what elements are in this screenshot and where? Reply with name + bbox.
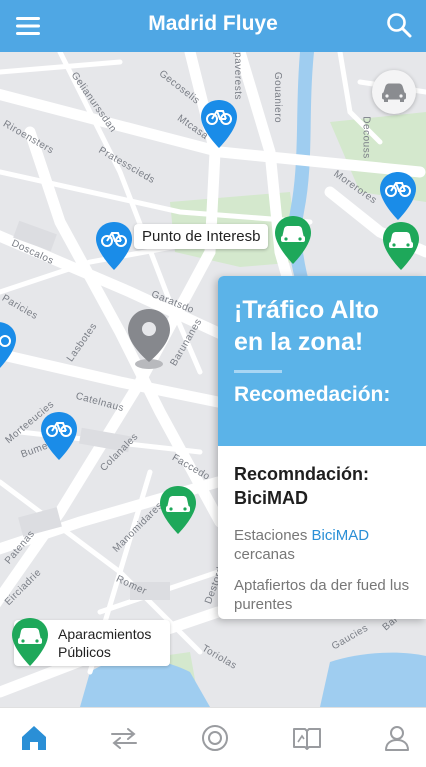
nav-routes[interactable]: [287, 718, 327, 758]
stations-suffix: cercanas: [234, 546, 295, 563]
traffic-layer-button[interactable]: [372, 70, 416, 114]
bike-station-pin[interactable]: [94, 220, 134, 272]
alert-body: Recomndación: BiciMAD Estaciones BiciMAD…: [218, 446, 426, 614]
car-icon: [383, 222, 419, 270]
stations-prefix: Estaciones: [234, 527, 312, 544]
bike-icon: [96, 222, 132, 270]
target-icon: [202, 725, 228, 751]
public-parking-legend[interactable]: Aparacmientos Públicos: [12, 618, 170, 666]
parking-pin[interactable]: [158, 484, 198, 536]
alert-header: ¡Tráfico Alto en la zona! Recomedación:: [218, 276, 426, 446]
traffic-alert-panel[interactable]: ¡Tráfico Alto en la zona! Recomedación: …: [218, 276, 426, 619]
bicimad-link[interactable]: BiciMAD: [312, 527, 370, 544]
recommendation-title: Recomndación: BiciMAD: [234, 464, 370, 508]
nearby-stations-link[interactable]: Estaciones BiciMAD cercanas: [234, 526, 410, 564]
nav-nearby[interactable]: [195, 718, 235, 758]
bike-icon: [0, 322, 16, 368]
nav-home[interactable]: [14, 718, 54, 758]
bike-icon: [380, 172, 416, 220]
street-label: Spaverests: [232, 52, 244, 101]
bike-station-pin[interactable]: [199, 98, 239, 150]
profile-icon: [385, 726, 409, 751]
bike-icon: [41, 412, 77, 460]
poi-label: Punto de Interesb: [134, 224, 269, 249]
street-label: Decouss: [360, 116, 372, 159]
traffic-alert-title: ¡Tráfico Alto en la zona!: [234, 296, 379, 356]
bottom-navigation: [0, 707, 426, 767]
street-label: Gouaniero: [272, 71, 284, 124]
bike-station-pin[interactable]: [378, 170, 418, 222]
recommendation-heading: Recomedación:: [234, 383, 391, 406]
bike-station-pin[interactable]: [39, 410, 79, 462]
bike-station-pin[interactable]: [0, 320, 18, 372]
divider: [234, 370, 282, 373]
app-title: Madrid Fluye: [148, 12, 278, 35]
car-icon: [275, 216, 311, 264]
home-icon: [22, 726, 46, 750]
parking-note: Aptafiertos da der fued lus purentes: [234, 577, 410, 613]
search-icon[interactable]: [384, 10, 414, 40]
parking-pin[interactable]: [381, 220, 421, 272]
parking-pin[interactable]: [273, 214, 313, 266]
nav-transit[interactable]: [104, 718, 144, 758]
car-icon: [382, 83, 406, 102]
parking-pin-icon: [12, 618, 48, 666]
car-icon: [160, 486, 196, 534]
app-header: Madrid Fluye: [0, 0, 426, 52]
parking-label: Aparacmientos Públicos: [58, 626, 152, 660]
transit-icon: [111, 728, 137, 749]
nav-profile[interactable]: [377, 718, 417, 758]
map-book-icon: [293, 728, 321, 750]
bike-icon: [201, 100, 237, 148]
